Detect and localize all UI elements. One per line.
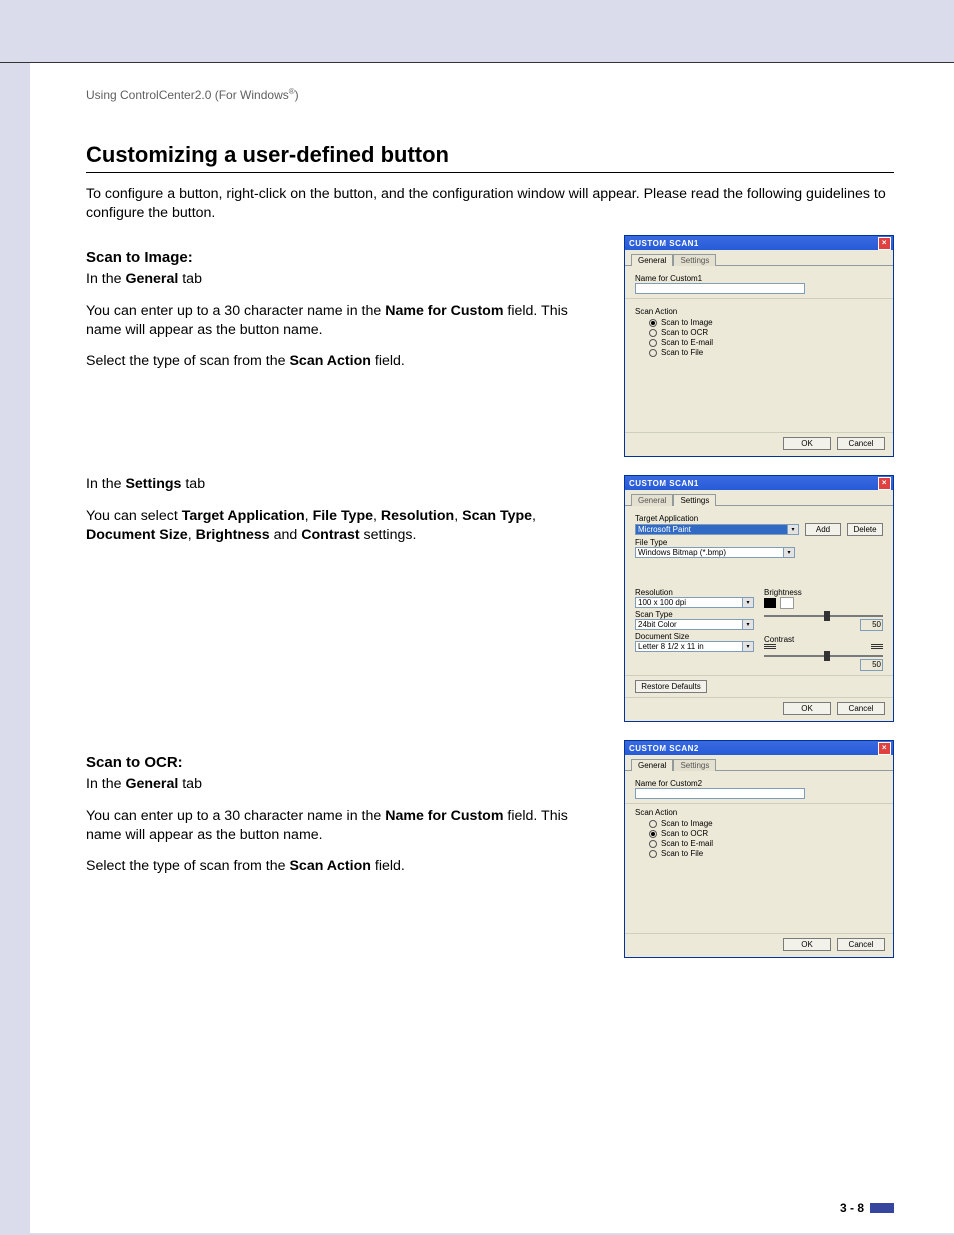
name-for-custom-input[interactable] bbox=[635, 788, 805, 799]
dialog-title: CUSTOM SCAN1 bbox=[629, 239, 699, 248]
ok-button[interactable]: OK bbox=[783, 437, 831, 450]
resolution-select[interactable]: 100 x 100 dpi ▾ bbox=[635, 597, 754, 608]
custom-scan1-settings-dialog: CUSTOM SCAN1 × General Settings Target A… bbox=[624, 475, 894, 722]
add-button[interactable]: Add bbox=[805, 523, 841, 536]
slider-thumb-icon bbox=[824, 611, 830, 621]
radio-icon bbox=[649, 319, 657, 327]
dialog-title: CUSTOM SCAN2 bbox=[629, 744, 699, 753]
settings-fields-paragraph: You can select Target Application, File … bbox=[86, 507, 606, 545]
brightness-slider[interactable] bbox=[764, 615, 883, 617]
close-icon[interactable]: × bbox=[878, 742, 891, 755]
cancel-button[interactable]: Cancel bbox=[837, 437, 885, 450]
slider-thumb-icon bbox=[824, 651, 830, 661]
tab-general[interactable]: General bbox=[631, 254, 673, 266]
radio-icon bbox=[649, 850, 657, 858]
scan-type-label: Scan Type bbox=[635, 610, 754, 619]
general-tab-line: In the General tab bbox=[86, 270, 606, 289]
brightness-light-icon bbox=[780, 597, 794, 609]
cancel-button[interactable]: Cancel bbox=[837, 938, 885, 951]
name-for-custom-label: Name for Custom1 bbox=[635, 274, 883, 283]
ocr-scan-action-paragraph: Select the type of scan from the Scan Ac… bbox=[86, 857, 606, 876]
page-number: 3 - 8 bbox=[840, 1201, 864, 1215]
ok-button[interactable]: OK bbox=[783, 702, 831, 715]
name-for-custom-label: Name for Custom2 bbox=[635, 779, 883, 788]
brightness-label: Brightness bbox=[764, 588, 883, 597]
radio-scan-to-image[interactable]: Scan to Image bbox=[649, 318, 883, 327]
scan-to-image-heading: Scan to Image: bbox=[86, 249, 606, 266]
radio-scan-to-file[interactable]: Scan to File bbox=[649, 348, 883, 357]
radio-scan-to-image[interactable]: Scan to Image bbox=[649, 819, 883, 828]
radio-scan-to-ocr[interactable]: Scan to OCR bbox=[649, 829, 883, 838]
page-footer: 3 - 8 bbox=[840, 1201, 894, 1215]
scan-action-legend: Scan Action bbox=[635, 307, 883, 316]
scan-action-legend: Scan Action bbox=[635, 808, 883, 817]
contrast-low-icon bbox=[764, 644, 776, 649]
radio-scan-to-email[interactable]: Scan to E-mail bbox=[649, 839, 883, 848]
delete-button[interactable]: Delete bbox=[847, 523, 883, 536]
tab-settings[interactable]: Settings bbox=[673, 254, 716, 266]
footer-accent-bar bbox=[870, 1203, 894, 1213]
radio-scan-to-file[interactable]: Scan to File bbox=[649, 849, 883, 858]
target-application-label: Target Application bbox=[635, 514, 883, 523]
document-size-label: Document Size bbox=[635, 632, 754, 641]
radio-scan-to-email[interactable]: Scan to E-mail bbox=[649, 338, 883, 347]
radio-scan-to-ocr[interactable]: Scan to OCR bbox=[649, 328, 883, 337]
cancel-button[interactable]: Cancel bbox=[837, 702, 885, 715]
chevron-down-icon: ▾ bbox=[743, 619, 754, 630]
name-for-custom-paragraph: You can enter up to a 30 character name … bbox=[86, 302, 606, 340]
file-type-select[interactable]: Windows Bitmap (*.bmp) ▾ bbox=[635, 547, 795, 558]
radio-icon bbox=[649, 349, 657, 357]
dialog-titlebar[interactable]: CUSTOM SCAN1 × bbox=[625, 236, 893, 250]
radio-icon bbox=[649, 329, 657, 337]
dialog-title: CUSTOM SCAN1 bbox=[629, 479, 699, 488]
tab-general[interactable]: General bbox=[631, 759, 673, 771]
page-title: Customizing a user-defined button bbox=[86, 142, 894, 168]
target-application-select[interactable]: Microsoft Paint ▾ bbox=[635, 524, 799, 535]
radio-icon bbox=[649, 339, 657, 347]
scan-to-ocr-heading: Scan to OCR: bbox=[86, 754, 606, 771]
contrast-slider[interactable] bbox=[764, 655, 883, 657]
custom-scan1-general-dialog: CUSTOM SCAN1 × General Settings Name for… bbox=[624, 235, 894, 457]
radio-icon bbox=[649, 840, 657, 848]
radio-icon bbox=[649, 820, 657, 828]
scan-action-group: Scan Action Scan to Image Scan to OCR Sc… bbox=[635, 305, 883, 358]
custom-scan2-general-dialog: CUSTOM SCAN2 × General Settings Name for… bbox=[624, 740, 894, 958]
contrast-label: Contrast bbox=[764, 635, 883, 644]
file-type-label: File Type bbox=[635, 538, 883, 547]
close-icon[interactable]: × bbox=[878, 477, 891, 490]
radio-icon bbox=[649, 830, 657, 838]
document-size-select[interactable]: Letter 8 1/2 x 11 in ▾ bbox=[635, 641, 754, 652]
tab-settings[interactable]: Settings bbox=[673, 494, 716, 506]
scan-type-select[interactable]: 24bit Color ▾ bbox=[635, 619, 754, 630]
dialog-titlebar[interactable]: CUSTOM SCAN1 × bbox=[625, 476, 893, 490]
chevron-down-icon: ▾ bbox=[743, 641, 754, 652]
brightness-dark-icon bbox=[764, 598, 776, 608]
running-header-text: Using ControlCenter2.0 (For Windows bbox=[86, 88, 289, 102]
ocr-name-for-custom-paragraph: You can enter up to a 30 character name … bbox=[86, 807, 606, 845]
document-page: Using ControlCenter2.0 (For Windows®) 3 … bbox=[30, 63, 954, 1233]
close-icon[interactable]: × bbox=[878, 237, 891, 250]
intro-paragraph: To configure a button, right-click on th… bbox=[86, 185, 894, 223]
tab-settings[interactable]: Settings bbox=[673, 759, 716, 771]
tab-general[interactable]: General bbox=[631, 494, 673, 506]
chevron-down-icon: ▾ bbox=[784, 547, 795, 558]
ok-button[interactable]: OK bbox=[783, 938, 831, 951]
name-for-custom-input[interactable] bbox=[635, 283, 805, 294]
brightness-value[interactable]: 50 bbox=[860, 619, 883, 631]
contrast-high-icon bbox=[871, 644, 883, 649]
restore-defaults-button[interactable]: Restore Defaults bbox=[635, 680, 707, 693]
dialog-titlebar[interactable]: CUSTOM SCAN2 × bbox=[625, 741, 893, 755]
page-top-strip bbox=[0, 0, 954, 63]
scan-action-paragraph: Select the type of scan from the Scan Ac… bbox=[86, 352, 606, 371]
ocr-general-tab-line: In the General tab bbox=[86, 775, 606, 794]
settings-tab-line: In the Settings tab bbox=[86, 475, 606, 494]
chevron-down-icon: ▾ bbox=[743, 597, 754, 608]
chevron-down-icon: ▾ bbox=[788, 524, 799, 535]
title-rule bbox=[86, 172, 894, 173]
running-header: Using ControlCenter2.0 (For Windows®) bbox=[86, 87, 894, 102]
contrast-value[interactable]: 50 bbox=[860, 659, 883, 671]
resolution-label: Resolution bbox=[635, 588, 754, 597]
